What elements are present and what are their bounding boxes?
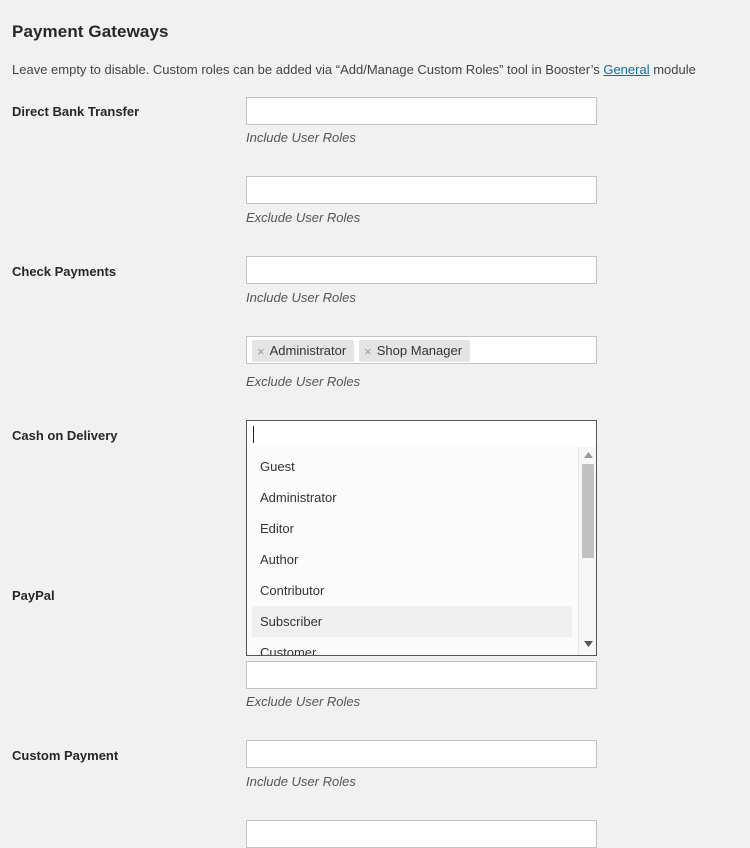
- dropdown-option-guest[interactable]: Guest: [247, 451, 577, 482]
- page-title: Payment Gateways: [12, 22, 169, 42]
- custom-payment-include-roles-input[interactable]: [246, 740, 597, 768]
- user-roles-dropdown[interactable]: Guest Administrator Editor Author Contri…: [246, 447, 597, 656]
- direct-bank-transfer-exclude-roles-input[interactable]: [246, 176, 597, 204]
- page-description-text-after: module: [649, 62, 696, 77]
- check-payments-exclude-hint: Exclude User Roles: [246, 374, 361, 389]
- paypal-exclude-roles-input[interactable]: [246, 661, 597, 689]
- direct-bank-transfer-exclude-hint: Exclude User Roles: [246, 210, 361, 225]
- label-custom-payment: Custom Payment: [12, 748, 119, 763]
- selected-roles-chip-list: × Administrator × Shop Manager: [252, 340, 471, 362]
- check-payments-include-hint: Include User Roles: [246, 290, 356, 305]
- paypal-exclude-hint: Exclude User Roles: [246, 694, 361, 709]
- user-roles-option-list: Guest Administrator Editor Author Contri…: [247, 451, 577, 655]
- label-cash-on-delivery: Cash on Delivery: [12, 428, 118, 443]
- page-description: Leave empty to disable. Custom roles can…: [12, 62, 696, 77]
- close-icon[interactable]: ×: [257, 345, 265, 358]
- label-check-payments: Check Payments: [12, 264, 117, 279]
- payment-gateways-settings-page: Payment Gateways Leave empty to disable.…: [0, 0, 750, 848]
- triangle-up-icon[interactable]: [579, 449, 596, 464]
- dropdown-option-editor[interactable]: Editor: [247, 513, 577, 544]
- dropdown-option-subscriber[interactable]: Subscriber: [252, 606, 572, 637]
- label-paypal: PayPal: [12, 588, 55, 603]
- direct-bank-transfer-include-hint: Include User Roles: [246, 130, 356, 145]
- role-chip-label: Shop Manager: [376, 343, 463, 358]
- triangle-down-icon[interactable]: [579, 638, 596, 653]
- role-chip-administrator[interactable]: × Administrator: [252, 340, 355, 362]
- custom-payment-include-hint: Include User Roles: [246, 774, 356, 789]
- scrollbar-thumb[interactable]: [582, 464, 594, 558]
- role-chip-label: Administrator: [269, 343, 347, 358]
- direct-bank-transfer-include-roles-input[interactable]: [246, 97, 597, 125]
- cash-on-delivery-include-roles-input[interactable]: [246, 420, 597, 448]
- close-icon[interactable]: ×: [364, 345, 372, 358]
- custom-payment-exclude-roles-input[interactable]: [246, 820, 597, 848]
- dropdown-option-customer[interactable]: Customer: [247, 637, 577, 655]
- dropdown-scrollbar[interactable]: [578, 447, 596, 655]
- label-direct-bank-transfer: Direct Bank Transfer: [12, 104, 140, 119]
- general-module-link[interactable]: General: [603, 62, 649, 77]
- dropdown-option-author[interactable]: Author: [247, 544, 577, 575]
- check-payments-include-roles-input[interactable]: [246, 256, 597, 284]
- dropdown-option-administrator[interactable]: Administrator: [247, 482, 577, 513]
- page-description-text-before: Leave empty to disable. Custom roles can…: [12, 62, 604, 77]
- role-chip-shop-manager[interactable]: × Shop Manager: [359, 340, 471, 362]
- check-payments-exclude-roles-input[interactable]: × Administrator × Shop Manager: [246, 336, 597, 364]
- dropdown-option-contributor[interactable]: Contributor: [247, 575, 577, 606]
- text-caret: [253, 426, 254, 443]
